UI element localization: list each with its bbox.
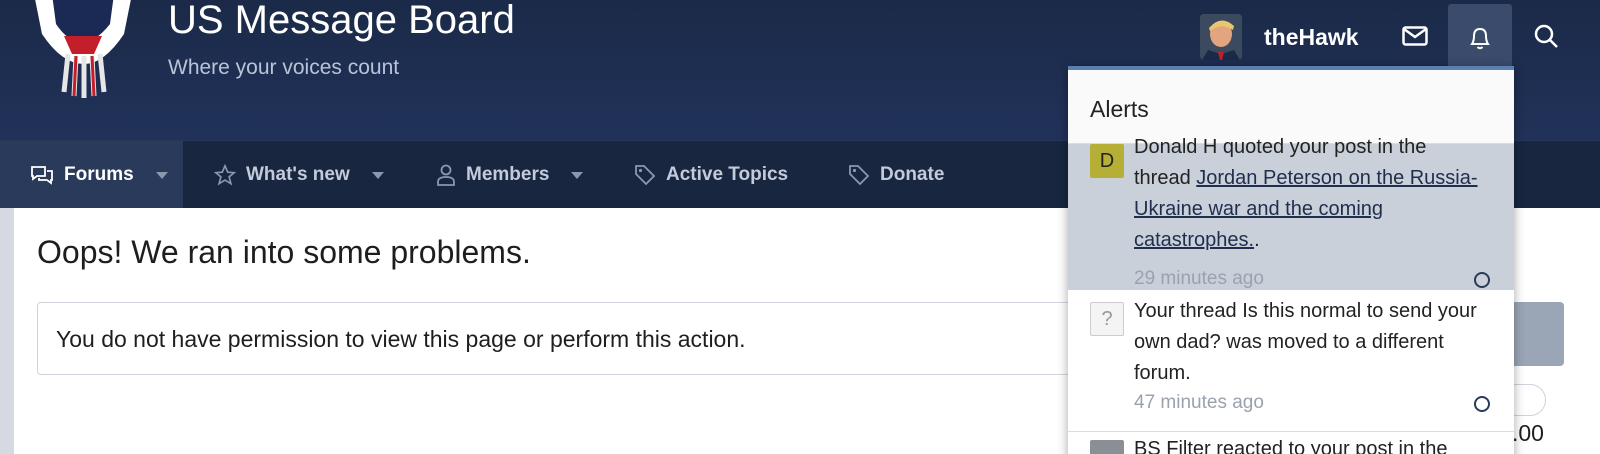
tab-members-label: Members bbox=[466, 164, 550, 185]
site-title[interactable]: US Message Board bbox=[168, 0, 515, 40]
tab-donate[interactable]: Donate bbox=[848, 141, 944, 209]
tab-forums[interactable]: Forums bbox=[0, 141, 183, 209]
alert-text: Donald H quoted your post in the thread … bbox=[1134, 132, 1480, 256]
avatar bbox=[1090, 440, 1124, 454]
avatar[interactable]: D bbox=[1090, 144, 1124, 178]
search-button[interactable] bbox=[1514, 4, 1578, 68]
tab-donate-label: Donate bbox=[880, 164, 945, 185]
alert-item[interactable]: ? Your thread Is this normal to send you… bbox=[1068, 290, 1514, 432]
tag-icon bbox=[849, 165, 870, 186]
star-icon bbox=[214, 164, 236, 186]
tab-active-topics[interactable]: Active Topics bbox=[634, 141, 788, 209]
comments-icon bbox=[31, 166, 53, 185]
search-icon bbox=[1534, 24, 1558, 48]
alert-text: BS Filter reacted to your post in the bbox=[1134, 438, 1448, 454]
tab-whats-new[interactable]: What's new bbox=[214, 141, 384, 209]
page-gutter bbox=[0, 208, 14, 454]
site-subtitle: Where your voices count bbox=[168, 56, 400, 79]
alert-item[interactable]: BS Filter reacted to your post in the bbox=[1068, 432, 1514, 454]
tab-forums-label: Forums bbox=[64, 164, 134, 185]
mark-read-toggle[interactable] bbox=[1474, 396, 1490, 412]
alert-time[interactable]: 47 minutes ago bbox=[1134, 392, 1264, 414]
user-icon bbox=[437, 164, 455, 186]
alerts-title: Alerts bbox=[1090, 96, 1149, 122]
alert-time[interactable]: 29 minutes ago bbox=[1134, 268, 1264, 290]
mark-read-toggle[interactable] bbox=[1474, 272, 1490, 288]
tab-active-topics-label: Active Topics bbox=[666, 164, 789, 185]
alerts-button[interactable] bbox=[1448, 4, 1512, 72]
alert-text: Your thread Is this normal to send your … bbox=[1134, 300, 1477, 384]
chevron-down-icon[interactable] bbox=[155, 171, 168, 179]
avatar: ? bbox=[1090, 302, 1124, 336]
bell-icon bbox=[1470, 27, 1490, 50]
chevron-down-icon[interactable] bbox=[571, 171, 584, 179]
alerts-panel: Alerts D Donald H quoted your post in th… bbox=[1068, 66, 1514, 454]
tab-whats-new-label: What's new bbox=[246, 164, 350, 185]
alert-suffix: . bbox=[1254, 229, 1260, 251]
envelope-icon bbox=[1402, 26, 1428, 46]
avatar[interactable] bbox=[1200, 14, 1242, 60]
username[interactable]: theHawk bbox=[1264, 24, 1359, 51]
error-message: You do not have permission to view this … bbox=[56, 326, 746, 352]
amount-text: .00 bbox=[1512, 420, 1544, 446]
page-title: Oops! We ran into some problems. bbox=[37, 234, 531, 270]
site-logo[interactable] bbox=[24, 0, 142, 104]
tag-icon bbox=[635, 165, 656, 186]
tab-members[interactable]: Members bbox=[436, 141, 584, 209]
inbox-button[interactable] bbox=[1383, 4, 1447, 68]
user-menu[interactable]: theHawk bbox=[1200, 14, 1359, 60]
chevron-down-icon[interactable] bbox=[371, 171, 384, 179]
